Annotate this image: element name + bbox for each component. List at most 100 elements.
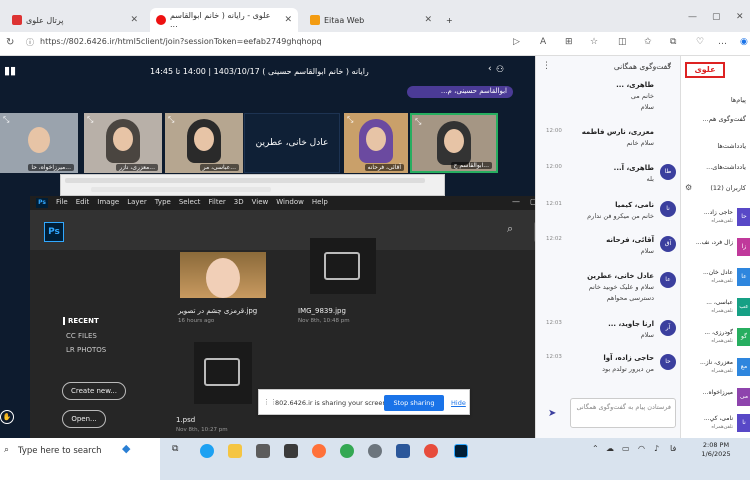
user-list-item[interactable]: حا حاجی زاد... تلفن‌همراه xyxy=(681,206,750,230)
expand-icon[interactable]: ⤡ xyxy=(168,115,174,125)
wifi-icon[interactable]: ◠ xyxy=(638,444,645,453)
video-tile-no-camera[interactable]: عادل خانی، عطرین xyxy=(244,113,340,173)
window-close-icon[interactable]: ✕ xyxy=(736,12,744,22)
expand-icon[interactable]: ⤡ xyxy=(3,115,9,125)
video-tile[interactable]: ⤡ آقائی، فرحانه xyxy=(344,113,408,173)
open-button[interactable]: Open... xyxy=(62,410,106,428)
menu-view[interactable]: View xyxy=(252,198,269,206)
close-icon[interactable]: ✕ xyxy=(424,15,432,25)
tray-chevron-up-icon[interactable]: ⌃ xyxy=(592,444,599,453)
menu-type[interactable]: Type xyxy=(155,198,171,206)
file-thumbnail[interactable] xyxy=(194,342,252,404)
taskbar: ⌕ Type here to search ◆ ⧉ ⌃ ☁ ▭ ◠ ♪ فا 2… xyxy=(0,438,750,480)
read-aloud-icon[interactable]: A xyxy=(540,37,546,47)
url-text[interactable]: https://802.6426.ir/html5client/join?ses… xyxy=(40,37,322,46)
mail-icon[interactable] xyxy=(284,444,298,458)
user-list-item[interactable]: نا نامی، کي... تلفن‌همراه xyxy=(681,412,750,436)
menu-window[interactable]: Window xyxy=(276,198,304,206)
chrome-icon[interactable] xyxy=(340,444,354,458)
close-icon[interactable]: ✕ xyxy=(130,15,138,25)
clock[interactable]: 2:08 PM 1/6/2025 xyxy=(696,441,736,459)
split-screen-icon[interactable]: ◫ xyxy=(618,37,627,47)
menu-3d[interactable]: 3D xyxy=(234,198,244,206)
new-tab-button[interactable]: + xyxy=(440,8,459,32)
favorites-list-icon[interactable]: ✩ xyxy=(644,37,652,47)
tab-eitaa[interactable]: Eitaa Web ✕ xyxy=(304,8,438,32)
browser-essentials-icon[interactable]: ♡ xyxy=(696,37,704,47)
battery-icon[interactable]: ▭ xyxy=(622,444,630,453)
video-tile[interactable]: ⤡ معزری، نازر... xyxy=(84,113,162,173)
ps-minimize-icon[interactable]: — xyxy=(512,197,520,206)
collections-icon[interactable]: ⧉ xyxy=(670,37,676,47)
edge-icon[interactable] xyxy=(200,444,214,458)
participant-face xyxy=(444,129,464,153)
menu-file[interactable]: File xyxy=(56,198,68,206)
gear-icon[interactable]: ⚙ xyxy=(685,183,692,192)
file-explorer-icon[interactable] xyxy=(228,444,242,458)
file-date: 16 hours ago xyxy=(178,318,215,324)
language-icon[interactable]: فا xyxy=(670,444,676,453)
search-icon[interactable]: ⌕ xyxy=(507,222,513,236)
shared-notes-item[interactable]: یادداشت‌های... xyxy=(706,163,746,171)
video-tile[interactable]: ⤡ عباسی، مر... xyxy=(165,113,243,173)
firefox-icon[interactable] xyxy=(312,444,326,458)
taskbar-search-box[interactable]: ⌕ Type here to search ◆ xyxy=(0,438,160,480)
create-new-button[interactable]: Create new... xyxy=(62,382,126,400)
user-list-item[interactable]: عا عادل خان... تلفن‌همراه xyxy=(681,266,750,290)
photoshop-taskbar-icon[interactable] xyxy=(454,444,468,458)
send-icon[interactable]: ➤ xyxy=(548,408,556,419)
menu-edit[interactable]: Edit xyxy=(76,198,90,206)
maximize-icon[interactable]: ▢ xyxy=(712,12,721,22)
more-icon[interactable]: … xyxy=(718,37,727,47)
app-icon[interactable] xyxy=(368,444,382,458)
more-options-icon[interactable]: ⋮ xyxy=(542,61,551,71)
chat-message-input[interactable]: فرستادن پیام به گفت‌وگوی همگانی xyxy=(570,398,676,428)
stats-icon[interactable]: ▮▮ xyxy=(4,64,16,77)
menu-layer[interactable]: Layer xyxy=(127,198,147,206)
reload-icon[interactable]: ↻ xyxy=(6,37,14,48)
task-view-icon[interactable]: ⧉ xyxy=(172,444,178,454)
public-chat-item[interactable]: گفت‌وگوی هم... xyxy=(703,115,746,123)
user-list-item[interactable]: مع معزری، ناز... تلفن‌همراه xyxy=(681,356,750,380)
volume-icon[interactable]: ♪ xyxy=(654,444,659,453)
video-tile[interactable]: ⤡ میرزاخواه، حا... xyxy=(0,113,78,173)
user-list-item[interactable]: گو گودرزی، ... تلفن‌همراه xyxy=(681,326,750,350)
site-info-icon[interactable]: ⓘ xyxy=(26,37,34,48)
file-thumbnail-photo[interactable] xyxy=(180,252,266,298)
recorder-icon[interactable] xyxy=(424,444,438,458)
nav-lr-photos[interactable]: LR PHOTOS xyxy=(66,346,106,354)
menu-help[interactable]: Help xyxy=(312,198,328,206)
image-placeholder-icon xyxy=(204,358,240,386)
user-icon[interactable]: ⚇ xyxy=(496,65,504,75)
copilot-icon[interactable]: ◉ xyxy=(740,37,748,47)
network-icon[interactable]: ☁ xyxy=(606,444,614,453)
nav-recent[interactable]: RECENT xyxy=(63,317,99,325)
favorite-icon[interactable]: ☆ xyxy=(590,37,598,47)
user-list-item[interactable]: زا زال فرد، نف... xyxy=(681,236,750,260)
cast-icon[interactable]: ▷ xyxy=(513,37,520,47)
nav-cc-files[interactable]: CC FILES xyxy=(66,332,97,340)
extensions-icon[interactable]: ⊞ xyxy=(565,37,573,47)
word-icon[interactable] xyxy=(396,444,410,458)
hand-icon[interactable]: ✋ xyxy=(0,410,14,424)
expand-icon[interactable]: ⤡ xyxy=(347,115,353,125)
hide-button[interactable]: Hide xyxy=(451,399,466,407)
chevron-left-icon[interactable]: ‹ xyxy=(668,61,672,71)
search-highlight-icon[interactable]: ◆ xyxy=(122,442,130,455)
user-list-item[interactable]: می میرزاخواه... xyxy=(681,386,750,410)
menu-image[interactable]: Image xyxy=(97,198,119,206)
expand-icon[interactable]: ⤡ xyxy=(415,117,421,127)
menu-select[interactable]: Select xyxy=(179,198,201,206)
file-thumbnail[interactable] xyxy=(310,238,376,294)
chevron-left-icon[interactable]: ‹ xyxy=(488,64,492,74)
expand-icon[interactable]: ⤡ xyxy=(87,115,93,125)
video-tile-active-speaker[interactable]: ⤡ ابوالقاسم ح... xyxy=(410,113,498,173)
tab-portal[interactable]: پرتال علوی ✕ xyxy=(6,8,144,32)
tab-meeting[interactable]: علوی - رایانه ( خانم ابوالقاسم ... ✕ xyxy=(150,8,298,32)
store-icon[interactable] xyxy=(256,444,270,458)
menu-filter[interactable]: Filter xyxy=(208,198,225,206)
close-icon[interactable]: ✕ xyxy=(284,15,292,25)
user-list-item[interactable]: عب عباسی، ... تلفن‌همراه xyxy=(681,296,750,320)
stop-sharing-button[interactable]: Stop sharing xyxy=(384,395,444,411)
minimize-icon[interactable]: — xyxy=(688,12,697,22)
